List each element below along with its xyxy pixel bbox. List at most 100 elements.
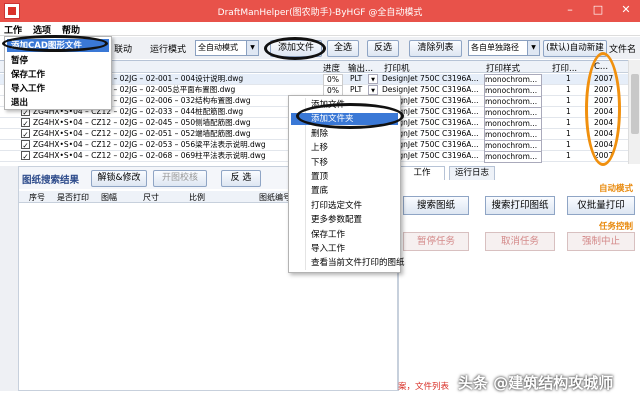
select-all-button[interactable]: 全选 — [327, 40, 359, 57]
year-cell: 2004 — [594, 107, 614, 116]
context-item-move-up[interactable]: 上移 — [311, 142, 328, 154]
run-mode-label: 运行模式 — [150, 45, 187, 55]
row-checkbox[interactable]: ✓ — [21, 129, 30, 138]
copies-cell: 1 — [566, 107, 571, 116]
menu-work[interactable]: 工作 — [4, 23, 22, 36]
scroll-thumb[interactable] — [631, 74, 639, 134]
status-text: 案，文件列表 — [398, 382, 450, 392]
linked-label: 联动 — [114, 45, 133, 55]
file-name: ZG4HX•S•04 – CZ12 – 02JG – 02-045 – 050侧… — [33, 118, 251, 127]
copies-cell: 1 — [566, 151, 571, 160]
chevron-down-icon[interactable]: ▼ — [368, 85, 378, 95]
context-item-view-printed-drawings[interactable]: 查看当前文件打印的图纸 — [311, 257, 405, 269]
year-cell: 2004 — [594, 118, 614, 127]
copies-cell: 1 — [566, 85, 571, 94]
search-results-title: 图纸搜索结果 — [22, 175, 80, 186]
context-item-move-bottom[interactable]: 置底 — [311, 185, 328, 197]
year-cell: 2004 — [594, 129, 614, 138]
col-print-flag: 是否打印 — [57, 193, 89, 202]
file-name: ZG4HX•S•04 – CZ12 – 02JG – 02-053 – 056梁… — [33, 140, 266, 149]
menu-help[interactable]: 帮助 — [62, 23, 80, 36]
row-checkbox[interactable]: ✓ — [21, 151, 30, 160]
col-drawing-number: 图纸编号 — [259, 193, 291, 202]
context-item-delete[interactable]: 删除 — [311, 128, 328, 140]
maximize-button[interactable]: □ — [584, 0, 612, 20]
output-cell: PLT — [350, 74, 363, 83]
context-item-print-selected[interactable]: 打印选定文件 — [311, 200, 362, 212]
pause-task-button[interactable]: 暂停任务 — [403, 232, 469, 251]
printer-cell: DesignJet 750C C3196A... — [382, 85, 478, 94]
file-name-label: 文件名 — [609, 45, 637, 55]
col-output: 输出... — [348, 64, 374, 74]
context-item-move-top[interactable]: 置顶 — [311, 171, 328, 183]
force-stop-button[interactable]: 强制中止 — [567, 232, 635, 251]
cancel-task-button[interactable]: 取消任务 — [485, 232, 555, 251]
row-checkbox[interactable]: ✓ — [21, 118, 30, 127]
menu-item-save-work[interactable]: 保存工作 — [11, 68, 45, 81]
context-menu: 添加文件添加文件夹删除上移下移置顶置底打印选定文件 更多参数配置 保存工作导入工作查… — [288, 95, 405, 273]
copies-cell: 1 — [566, 74, 571, 83]
window-title: DraftManHelper(图农助手)-ByHGF @全自动模式 — [217, 8, 423, 18]
year-cell: 2007 — [594, 85, 614, 94]
search-drawings-button[interactable]: 搜索图纸 — [403, 196, 469, 215]
menu-options[interactable]: 选项 — [33, 23, 51, 36]
invert-selection-button[interactable]: 反选 — [367, 40, 399, 57]
menu-item-import-work[interactable]: 导入工作 — [11, 82, 45, 95]
work-menu-dropdown: 添加CAD图形文件 暂停 保存工作 导入工作 退出 — [4, 36, 112, 110]
col-progress: 进度 — [323, 64, 341, 74]
add-file-button[interactable]: 添加文件 — [270, 40, 322, 57]
menu-item-exit[interactable]: 退出 — [11, 96, 28, 109]
menu-item-pause[interactable]: 暂停 — [11, 54, 28, 67]
printer-cell: DesignJet 750C C3196A... — [382, 74, 478, 83]
year-cell: 2007 — [594, 74, 614, 83]
context-item-add-folder[interactable]: 添加文件夹 — [291, 113, 398, 126]
col-index: 序号 — [29, 193, 45, 202]
context-item-save-work[interactable]: 保存工作 — [311, 229, 345, 241]
batch-print-button[interactable]: 仅批量打印 — [567, 196, 635, 215]
unlock-edit-button[interactable]: 解锁&修改 — [91, 170, 147, 187]
run-mode-select[interactable]: 全自动模式 ▼ — [195, 40, 259, 56]
copies-cell: 1 — [566, 96, 571, 105]
file-name: ZG4HX•S•04 – CZ12 – 02JG – 02-051 – 052端… — [33, 129, 251, 138]
context-item-more-config[interactable]: 更多参数配置 — [311, 214, 362, 226]
tab-run-log[interactable]: 运行日志 — [449, 166, 495, 180]
row-checkbox[interactable]: ✓ — [21, 140, 30, 149]
col-c: C... — [594, 62, 609, 72]
year-cell: 2007 — [594, 151, 614, 160]
year-cell: 2004 — [594, 140, 614, 149]
watermark: 头条 @建筑结构攻城师 — [458, 374, 614, 392]
task-control-label: 任务控制 — [599, 222, 634, 232]
close-button[interactable]: ✕ — [612, 0, 640, 20]
default-auto-new-button[interactable]: (默认)自动新建 — [543, 40, 607, 57]
grid-scrollbar[interactable] — [628, 60, 640, 164]
left-edge — [0, 166, 18, 391]
col-printer: 打印机 — [384, 64, 410, 74]
context-item-move-down[interactable]: 下移 — [311, 157, 328, 169]
chevron-down-icon[interactable]: ▼ — [368, 74, 378, 84]
copies-cell: 1 — [566, 118, 571, 127]
output-cell: PLT — [350, 85, 363, 94]
col-scale: 比例 — [189, 193, 205, 202]
work-panel: 工作 运行日志 自动模式 搜索图纸 搜索打印图纸 仅批量打印 任务控制 暂停任务… — [398, 166, 640, 391]
context-item-add-file[interactable]: 添加文件 — [311, 99, 345, 111]
open-check-button[interactable]: 开图校核 — [153, 170, 207, 187]
search-print-button[interactable]: 搜索打印图纸 — [485, 196, 555, 215]
chevron-down-icon: ▼ — [527, 41, 539, 55]
chevron-down-icon: ▼ — [246, 41, 258, 55]
file-name: ZG4HX•S•04 – CZ12 – 02JG – 02-068 – 069柱… — [33, 151, 266, 160]
col-sheet-size: 图幅 — [101, 193, 117, 202]
copies-cell: 1 — [566, 140, 571, 149]
print-style-cell[interactable]: monochrom... — [484, 151, 542, 163]
col-print-style: 打印样式 — [486, 64, 521, 74]
output-path-select[interactable]: 各自单独路径 ▼ — [468, 40, 540, 56]
clear-list-button[interactable]: 清除列表 — [409, 40, 462, 57]
tab-work[interactable]: 工作 — [399, 166, 445, 180]
context-item-import-work[interactable]: 导入工作 — [311, 243, 345, 255]
minimize-button[interactable]: – — [556, 0, 584, 20]
col-print-count: 打印... — [552, 64, 578, 74]
menu-item-add-cad-files[interactable]: 添加CAD图形文件 — [7, 39, 109, 52]
title-bar: DraftManHelper(图农助手)-ByHGF @全自动模式 – □ ✕ — [0, 0, 640, 22]
year-cell: 2007 — [594, 96, 614, 105]
search-invert-button[interactable]: 反 选 — [221, 170, 261, 187]
menu-bar: 工作 选项 帮助 — [0, 22, 640, 36]
